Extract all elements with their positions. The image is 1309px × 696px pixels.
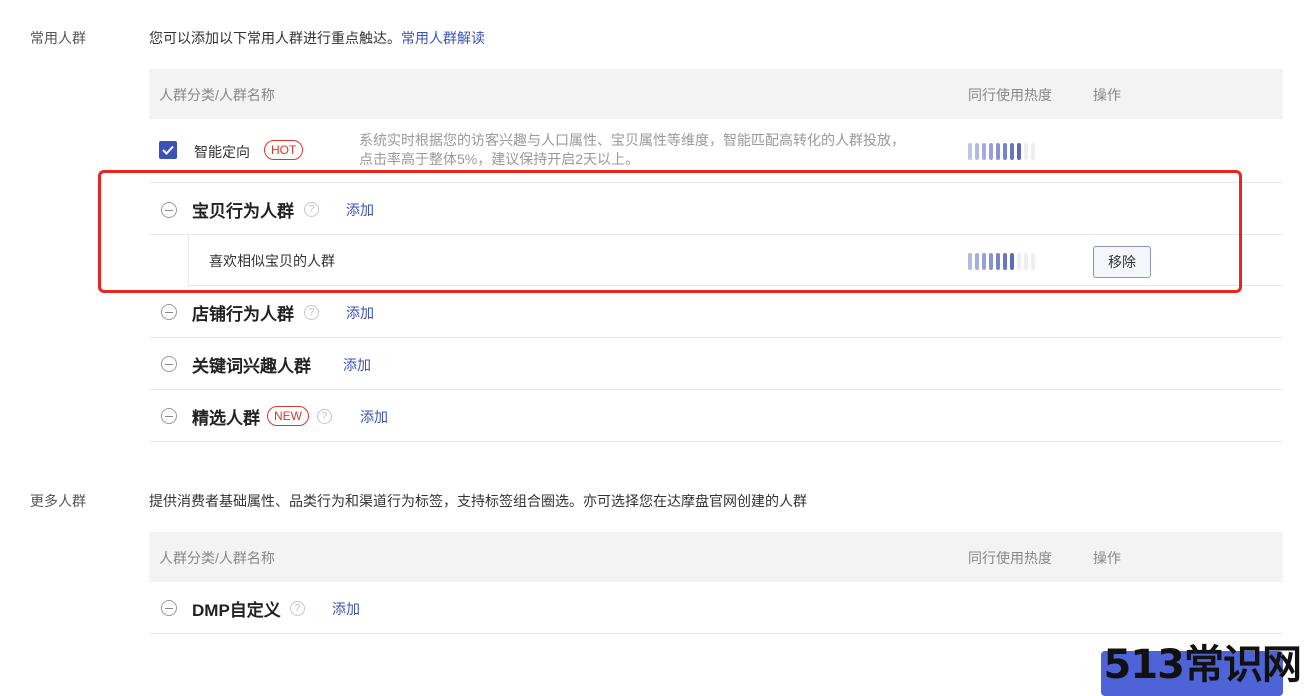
heat-meter [968,143,1035,160]
heat-bar [968,253,972,270]
section-desc-common: 您可以添加以下常用人群进行重点触达。常用人群解读 [149,28,485,48]
heat-bar [996,253,1000,270]
heat-bar [1010,143,1014,160]
new-badge: NEW [267,406,309,426]
group-title: 精选人群 [192,409,260,428]
common-desc-text: 您可以添加以下常用人群进行重点触达。 [149,30,401,46]
common-desc-link[interactable]: 常用人群解读 [401,30,485,46]
heat-meter [968,253,1035,270]
heat-bar [975,253,979,270]
heat-bar [982,253,986,270]
heat-bar [1031,253,1035,270]
smart-targeting-label: 智能定向 [194,144,250,160]
table-header-more: 人群分类/人群名称 同行使用热度 操作 [149,532,1283,582]
group-row-keyword-interest: 关键词兴趣人群 添加 [149,338,1283,390]
header-name: 人群分类/人群名称 [159,87,275,103]
header-action: 操作 [1093,550,1121,566]
heat-bar [1017,253,1021,270]
help-icon[interactable]: ? [304,202,319,217]
group-title: 关键词兴趣人群 [192,357,311,376]
smart-targeting-desc: 系统实时根据您的访客兴趣与人口属性、宝贝属性等维度，智能匹配高转化的人群投放， … [359,131,905,169]
collapse-icon[interactable] [161,202,177,218]
group-row-shop-behavior: 店铺行为人群 ? 添加 [149,286,1283,338]
check-icon [162,145,174,155]
heat-bar [1010,253,1014,270]
smart-desc-line1: 系统实时根据您的访客兴趣与人口属性、宝贝属性等维度，智能匹配高转化的人群投放， [359,132,905,148]
header-action: 操作 [1093,87,1121,103]
hot-badge: HOT [264,140,304,160]
crowd-name: 喜欢相似宝贝的人群 [209,253,335,269]
heat-bar [982,143,986,160]
smart-targeting-checkbox[interactable] [159,141,177,159]
smart-targeting-row: 智能定向 HOT 系统实时根据您的访客兴趣与人口属性、宝贝属性等维度，智能匹配高… [149,119,1283,183]
table-header-common: 人群分类/人群名称 同行使用热度 操作 [149,69,1283,119]
watermark: 513常识网 [1103,642,1302,688]
heat-bar [1024,253,1028,270]
group-title: DMP自定义 [192,601,281,620]
header-heat: 同行使用热度 [968,550,1052,566]
heat-bar [989,143,993,160]
collapse-icon[interactable] [161,356,177,372]
section-label-more: 更多人群 [30,493,86,509]
heat-bar [989,253,993,270]
header-heat: 同行使用热度 [968,87,1052,103]
remove-button[interactable]: 移除 [1093,246,1151,278]
smart-desc-line2: 点击率高于整体5%，建议保持开启2天以上。 [359,151,640,167]
heat-bar [996,143,1000,160]
collapse-icon[interactable] [161,600,177,616]
add-button[interactable]: 添加 [332,599,360,619]
group-row-item-behavior: 宝贝行为人群 ? 添加 [149,183,1283,235]
indent-line [188,235,189,286]
heat-bar [975,143,979,160]
group-row-dmp: DMP自定义 ? 添加 [149,582,1283,634]
help-icon[interactable]: ? [304,305,319,320]
heat-bar [1003,143,1007,160]
header-name: 人群分类/人群名称 [159,550,275,566]
add-button[interactable]: 添加 [343,355,371,375]
group-row-featured: 精选人群 NEW ? 添加 [149,390,1283,442]
collapse-icon[interactable] [161,408,177,424]
group-title: 宝贝行为人群 [192,202,294,221]
section-desc-more: 提供消费者基础属性、品类行为和渠道行为标签，支持标签组合圈选。亦可选择您在达摩盘… [149,493,807,509]
add-button[interactable]: 添加 [346,303,374,323]
help-icon[interactable]: ? [317,409,332,424]
heat-bar [968,143,972,160]
heat-bar [1017,143,1021,160]
add-button[interactable]: 添加 [346,200,374,220]
child-row-similar-items: 喜欢相似宝贝的人群 移除 [188,235,1283,286]
group-title: 店铺行为人群 [192,305,294,324]
heat-bar [1024,143,1028,160]
help-icon[interactable]: ? [290,601,305,616]
section-label-common: 常用人群 [30,30,86,46]
add-button[interactable]: 添加 [360,407,388,427]
heat-bar [1031,143,1035,160]
collapse-icon[interactable] [161,304,177,320]
heat-bar [1003,253,1007,270]
